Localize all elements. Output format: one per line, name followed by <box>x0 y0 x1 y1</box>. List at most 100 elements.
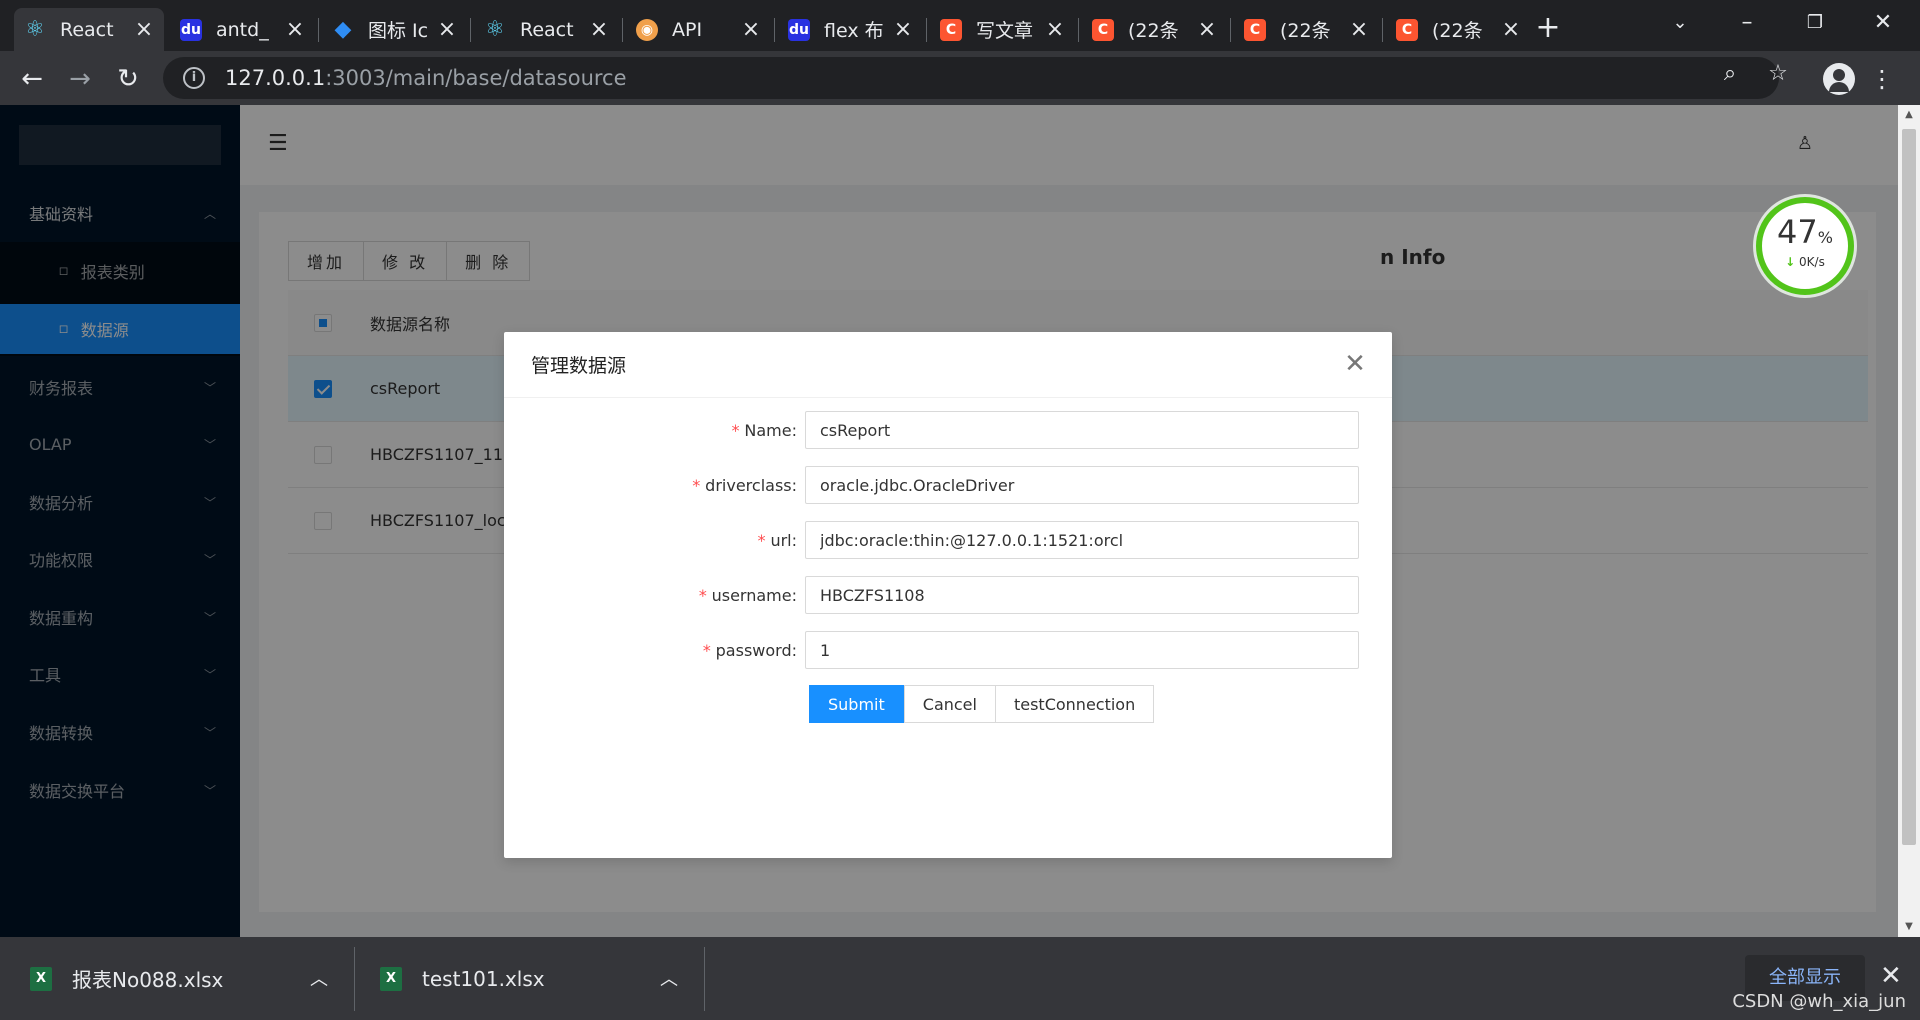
address-bar[interactable]: i 127.0.0.1:3003/main/base/datasource <box>163 57 1779 99</box>
excel-file-icon: X <box>380 966 402 991</box>
page-scrollbar[interactable]: ▲ ▼ <box>1898 105 1920 937</box>
download-arrow-icon: ↓ <box>1785 255 1796 269</box>
modal-actions: Submit Cancel testConnection <box>809 685 1155 723</box>
form-label-text: password <box>715 640 792 660</box>
test-connection-button[interactable]: testConnection <box>994 685 1155 723</box>
browser-tab-csdn-write[interactable]: C 写文章 × <box>930 8 1075 51</box>
required-mark: * <box>691 475 702 495</box>
profile-avatar-icon[interactable] <box>1823 63 1855 95</box>
form-label-driverclass: * driverclass: <box>691 475 797 495</box>
csdn-icon: C <box>1244 18 1266 41</box>
back-icon[interactable]: ← <box>14 61 50 97</box>
url-input[interactable] <box>805 521 1359 559</box>
browser-menu-icon[interactable]: ⋮ <box>1870 63 1894 95</box>
chevron-up-icon[interactable]: ︿ <box>310 965 328 991</box>
datasource-modal: 管理数据源 ✕ *Name: *driverclass: *url: *user… <box>504 332 1392 858</box>
download-item[interactable]: X test101.xlsx <box>380 937 545 1020</box>
browser-tab-antd[interactable]: du antd_ × <box>170 8 315 51</box>
tab-title: flex 布 <box>824 20 884 42</box>
tab-title: 写文章 <box>976 20 1034 42</box>
browser-tab-strip: ⚛ React × du antd_ × ◆ 图标 Ic × ⚛ React ×… <box>0 0 1920 51</box>
form-row-name: * Name: <box>504 410 1392 450</box>
scroll-down-icon[interactable]: ▼ <box>1898 917 1920 937</box>
tab-title: (22条 <box>1128 20 1179 42</box>
form-row-url: * url: <box>504 520 1392 560</box>
tab-separator <box>774 18 775 42</box>
reload-icon[interactable]: ↻ <box>110 61 146 97</box>
browser-tab-csdn-1[interactable]: C (22条 × <box>1082 8 1227 51</box>
close-icon[interactable]: × <box>1349 17 1369 42</box>
chevron-up-icon[interactable]: ︿ <box>660 965 678 991</box>
username-input[interactable] <box>805 576 1359 614</box>
new-tab-button[interactable]: + <box>1530 10 1566 46</box>
tab-title: (22条 <box>1280 20 1331 42</box>
close-icon[interactable]: × <box>741 17 761 42</box>
close-icon[interactable]: × <box>1045 17 1065 42</box>
forward-icon[interactable]: → <box>62 61 98 97</box>
zoom-icon[interactable]: ⌕ <box>1713 61 1747 86</box>
form-label-text: Name <box>744 420 792 440</box>
close-icon[interactable]: ✕ <box>1880 961 1902 991</box>
gauge-percent-value: 47 <box>1777 213 1818 251</box>
tab-separator <box>1382 18 1383 42</box>
tab-separator <box>1078 18 1079 42</box>
csdn-icon: C <box>940 18 962 41</box>
password-input[interactable] <box>805 631 1359 669</box>
browser-tab-api[interactable]: ◉ API × <box>626 8 771 51</box>
network-speed-gauge: 47% ↓ 0K/s <box>1756 197 1854 295</box>
tab-title: (22条 <box>1432 20 1483 42</box>
browser-tab-flex[interactable]: du flex 布 × <box>778 8 923 51</box>
minimize-button[interactable]: – <box>1722 8 1772 38</box>
browser-tab-csdn-3[interactable]: C (22条 × <box>1386 8 1531 51</box>
restore-button[interactable]: ❐ <box>1790 8 1840 38</box>
site-info-icon[interactable]: i <box>183 67 205 89</box>
tab-search-icon[interactable]: ⌄ <box>1655 8 1705 38</box>
gauge-percent: 47% <box>1762 215 1848 255</box>
react-icon: ⚛ <box>25 17 45 42</box>
close-icon[interactable]: × <box>1197 17 1217 42</box>
download-item[interactable]: X 报表No088.xlsx <box>30 937 223 1020</box>
close-icon[interactable]: × <box>285 17 305 42</box>
watermark: CSDN @wh_xia_jun <box>1732 991 1906 1012</box>
form-row-driverclass: * driverclass: <box>504 465 1392 505</box>
close-icon[interactable]: × <box>134 17 154 42</box>
close-icon[interactable]: × <box>589 17 609 42</box>
react-icon: ⚛ <box>485 17 505 42</box>
form-label-username: * username: <box>697 585 797 605</box>
browser-tab-react[interactable]: ⚛ React × <box>14 8 164 51</box>
bookmark-star-icon[interactable]: ☆ <box>1761 61 1795 86</box>
form-label-text: url <box>770 530 792 550</box>
browser-tab-csdn-2[interactable]: C (22条 × <box>1234 8 1379 51</box>
window-close-button[interactable]: ✕ <box>1858 8 1908 38</box>
driverclass-input[interactable] <box>805 466 1359 504</box>
browser-tab-iconfont[interactable]: ◆ 图标 Ic × <box>322 8 467 51</box>
url-path: :3003/main/base/datasource <box>325 66 627 90</box>
cancel-button[interactable]: Cancel <box>903 685 996 723</box>
download-filename: test101.xlsx <box>422 966 545 991</box>
close-icon[interactable]: × <box>893 17 913 42</box>
close-icon[interactable]: ✕ <box>1340 349 1370 379</box>
browser-toolbar: ← → ↻ i 127.0.0.1:3003/main/base/datasou… <box>0 51 1920 105</box>
required-mark: * <box>756 530 767 550</box>
form-label-name: * Name: <box>730 420 797 440</box>
submit-button[interactable]: Submit <box>809 685 904 723</box>
csdn-icon: C <box>1396 18 1418 41</box>
close-icon[interactable]: × <box>437 17 457 42</box>
form-row-username: * username: <box>504 575 1392 615</box>
baidu-icon: du <box>788 18 810 41</box>
browser-tab-react-2[interactable]: ⚛ React × <box>474 8 619 51</box>
tab-separator <box>926 18 927 42</box>
tab-separator <box>622 18 623 42</box>
scroll-thumb[interactable] <box>1902 129 1916 845</box>
tab-title: API <box>672 18 703 41</box>
tab-separator <box>1230 18 1231 42</box>
scroll-up-icon[interactable]: ▲ <box>1898 105 1920 125</box>
tab-separator <box>318 18 319 42</box>
tab-separator <box>470 18 471 42</box>
form-label-text: driverclass <box>705 475 792 495</box>
form-label-password: * password: <box>702 640 797 660</box>
close-icon[interactable]: × <box>1501 17 1521 42</box>
form-label-url: * url: <box>756 530 797 550</box>
name-input[interactable] <box>805 411 1359 449</box>
iconfont-icon: ◆ <box>334 17 352 42</box>
